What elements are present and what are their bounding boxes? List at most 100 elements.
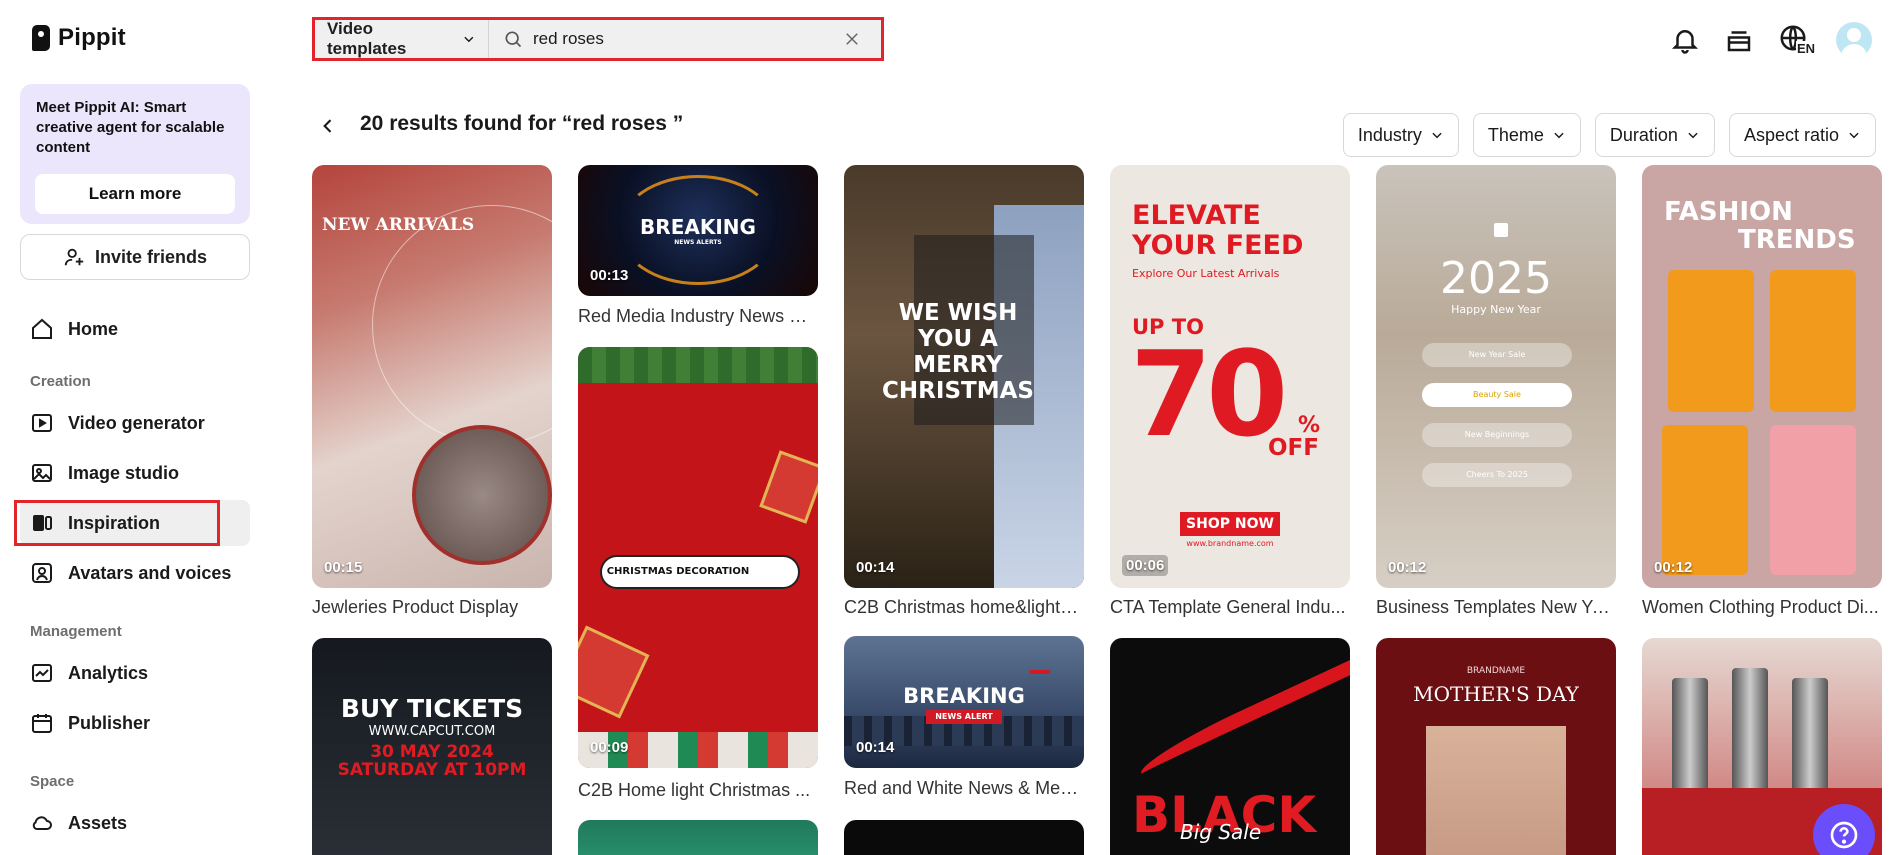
section-management: Management: [30, 623, 122, 640]
sidebar-item-label: Home: [68, 318, 119, 339]
duration-badge: 00:06: [1122, 555, 1169, 576]
learn-more-button[interactable]: Learn more: [35, 174, 235, 214]
template-thumbnail: BREAKING NEWS ALERT 00:14: [844, 636, 1084, 768]
section-creation: Creation: [30, 373, 91, 390]
thumbnail-subtext: Big Sale: [1180, 820, 1262, 844]
filter-label: Theme: [1487, 124, 1544, 145]
brand-name: Pippit: [58, 24, 126, 51]
filter-duration[interactable]: Duration: [1594, 113, 1715, 157]
template-card[interactable]: BUY TICKETS WWW.CAPCUT.COM 30 MAY 2024 S…: [312, 638, 552, 855]
search-bar: Video templates: [312, 17, 884, 61]
thumbnail-text: NEW ARRIVALS: [322, 215, 475, 235]
template-thumbnail: [578, 820, 818, 855]
thumbnail-subtext: WWW.CAPCUT.COM: [368, 724, 496, 739]
chevron-down-icon: [464, 36, 474, 43]
sidebar-item-analytics[interactable]: Analytics: [20, 650, 250, 696]
filter-theme[interactable]: Theme: [1472, 113, 1581, 157]
filter-bar: Industry Theme Duration Aspect ratio: [1342, 113, 1876, 157]
template-card[interactable]: WE WISH YOU A MERRY CHRISTMAS 00:14 C2B …: [844, 165, 1084, 625]
search-field: [489, 20, 881, 58]
help-icon: [1830, 821, 1858, 849]
template-thumbnail: FASHION TRENDS 00:12: [1642, 165, 1882, 588]
sidebar-item-label: Avatars and voices: [68, 562, 232, 583]
filter-aspect-ratio[interactable]: Aspect ratio: [1728, 113, 1876, 157]
invite-friends-button[interactable]: Invite friends: [20, 234, 250, 280]
sidebar-item-image-studio[interactable]: Image studio: [20, 450, 250, 496]
chevron-down-icon: [1688, 132, 1698, 139]
invite-friends-label: Invite friends: [94, 246, 208, 267]
thumbnail-list-item: Cheers To 2025: [1422, 463, 1572, 487]
sidebar-item-label: Image studio: [68, 462, 180, 483]
thumbnail-text: WE WISH YOU A MERRY CHRISTMAS: [882, 300, 1034, 404]
card-title: CTA Template General Indu...: [1110, 597, 1346, 617]
thumbnail-text: ELEVATE YOUR FEED: [1132, 200, 1304, 261]
back-arrow-icon[interactable]: [318, 114, 338, 138]
selection-highlight: [14, 500, 220, 546]
clear-search-icon[interactable]: [843, 30, 861, 48]
sidebar-item-inspiration[interactable]: Inspiration: [14, 500, 250, 546]
template-card[interactable]: [578, 820, 818, 855]
sidebar: Pippit Meet Pippit AI: Smart creative ag…: [0, 0, 270, 855]
thumbnail-text: 2025: [1440, 253, 1552, 304]
sidebar-item-avatars[interactable]: Avatars and voices: [20, 550, 250, 596]
template-card[interactable]: CHRISTMAS DECORATION 00:09 C2B Home ligh…: [578, 347, 818, 807]
template-thumbnail: BLACK Big Sale: [1110, 638, 1350, 855]
search-type-dropdown[interactable]: Video templates: [315, 19, 489, 58]
template-card[interactable]: ELEVATE YOUR FEED Explore Our Latest Arr…: [1110, 165, 1350, 625]
template-thumbnail: ELEVATE YOUR FEED Explore Our Latest Arr…: [1110, 165, 1350, 588]
duration-badge: 00:12: [1654, 559, 1693, 576]
sidebar-item-label: Analytics: [68, 662, 149, 683]
sidebar-item-publisher[interactable]: Publisher: [20, 700, 250, 746]
sidebar-item-home[interactable]: Home: [20, 306, 250, 352]
duration-badge: 00:13: [590, 267, 629, 284]
template-thumbnail: [844, 820, 1084, 855]
template-card[interactable]: BREAKING NEWS ALERT 00:14 Red and White …: [844, 636, 1084, 806]
template-thumbnail: BUY TICKETS WWW.CAPCUT.COM 30 MAY 2024 S…: [312, 638, 552, 855]
filter-industry[interactable]: Industry: [1342, 113, 1459, 157]
template-card[interactable]: NEW ARRIVALS 00:15 Jewleries Product Dis…: [312, 165, 552, 625]
language-label: EN: [1796, 41, 1817, 56]
thumbnail-text: 70: [1130, 325, 1288, 463]
thumbnail-text: MOTHER'S DAY: [1413, 682, 1579, 706]
image-studio-icon: [32, 464, 52, 482]
template-card[interactable]: BLACK Big Sale: [1110, 638, 1350, 855]
thumbnail-text: SHOP NOW: [1186, 516, 1274, 532]
card-title: Red Media Industry News O...: [578, 306, 818, 326]
card-title: Women Clothing Product Di...: [1642, 597, 1879, 617]
brand-logo[interactable]: Pippit: [32, 24, 126, 52]
promo-text: Meet Pippit AI: Smart creative agent for…: [36, 99, 225, 156]
template-card[interactable]: BRANDNAME MOTHER'S DAY: [1376, 638, 1616, 855]
chevron-down-icon: [1849, 132, 1859, 139]
template-card[interactable]: BREAKING NEWS ALERTS 00:13 Red Media Ind…: [578, 165, 818, 335]
duration-badge: 00:15: [324, 559, 363, 576]
duration-badge: 00:09: [590, 739, 629, 756]
thumbnail-list-item: Beauty Sale: [1422, 383, 1572, 407]
user-avatar[interactable]: [1836, 22, 1872, 58]
sidebar-item-label: Publisher: [68, 712, 151, 733]
template-card[interactable]: 2025 Happy New Year New Year Sale Beauty…: [1376, 165, 1616, 625]
template-card[interactable]: [844, 820, 1084, 855]
search-icon: [505, 31, 522, 48]
stack-icon[interactable]: [1724, 25, 1754, 55]
avatar-voice-icon: [32, 563, 52, 583]
template-card[interactable]: FASHION TRENDS 00:12 Women Clothing Prod…: [1642, 165, 1882, 625]
sidebar-item-label: Assets: [68, 812, 128, 833]
calendar-icon: [32, 714, 52, 733]
sidebar-item-video-generator[interactable]: Video generator: [20, 400, 250, 446]
filter-label: Industry: [1357, 124, 1422, 145]
sidebar-item-assets[interactable]: Assets: [20, 800, 250, 846]
thumbnail-text: BREAKING: [903, 684, 1025, 708]
cloud-icon: [32, 816, 52, 830]
thumbnail-subtext: NEWS ALERT: [935, 712, 993, 721]
search-input[interactable]: [533, 29, 833, 49]
video-generator-icon: [32, 414, 52, 432]
template-thumbnail: CHRISTMAS DECORATION 00:09: [578, 347, 818, 768]
duration-badge: 00:12: [1388, 559, 1427, 576]
notification-bell-icon[interactable]: [1670, 25, 1700, 55]
thumbnail-text: OFF: [1268, 435, 1319, 461]
chevron-down-icon: [1432, 132, 1442, 139]
template-thumbnail: 2025 Happy New Year New Year Sale Beauty…: [1376, 165, 1616, 588]
card-title: Jewleries Product Display: [312, 597, 519, 617]
thumbnail-subtext: NEWS ALERTS: [674, 239, 722, 246]
language-selector[interactable]: EN: [1778, 23, 1817, 57]
